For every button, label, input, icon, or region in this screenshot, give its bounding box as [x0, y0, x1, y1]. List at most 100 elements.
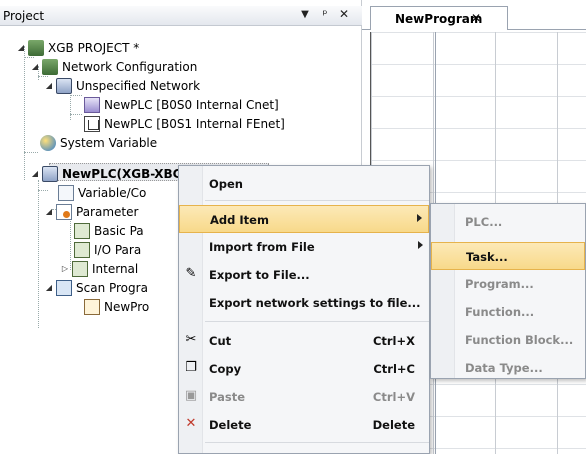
tree-item-io-parameter[interactable]: I/O Para: [74, 240, 141, 259]
menu-item-label: Copy: [209, 362, 242, 376]
pin-icon[interactable]: ᵖ: [318, 7, 332, 21]
tree-item-label: Internal: [92, 261, 139, 276]
paste-icon: ▣: [184, 388, 198, 403]
network-icon: [42, 58, 58, 75]
menu-item-label: Delete: [209, 418, 252, 432]
scissors-icon: ✂: [185, 332, 197, 347]
menu-item-label: Add Item: [210, 213, 269, 227]
network-icon: [28, 39, 44, 56]
menu-item-copy[interactable]: ❐ Copy Ctrl+C: [179, 355, 429, 383]
menu-item-shortcut: Ctrl+X: [372, 334, 415, 348]
tree-item-system-variable[interactable]: System Variable: [40, 133, 157, 152]
tree-item-label: XGB PROJECT *: [48, 40, 140, 55]
tree-item-label: Basic Pa: [94, 223, 144, 238]
io-param-icon: [74, 241, 90, 258]
menu-item-shortcut: Delete: [372, 418, 415, 432]
close-icon[interactable]: ✕: [471, 11, 481, 25]
menu-item-label: Function Block...: [465, 333, 574, 347]
menu-item-label: Function...: [465, 305, 535, 319]
collapse-icon[interactable]: ◢: [44, 81, 54, 90]
menu-item-add-item[interactable]: Add Item: [179, 205, 429, 233]
delete-icon: ✕: [185, 416, 197, 431]
submenu-item-task[interactable]: Task...: [431, 242, 585, 270]
export-icon: ✎: [185, 266, 197, 281]
menu-item-shortcut: Ctrl+C: [373, 362, 415, 376]
tree-item-fenet[interactable]: NewPLC [B0S1 Internal FEnet]: [84, 114, 285, 133]
tree-item-label: NewPLC [B0S0 Internal Cnet]: [104, 97, 279, 112]
tree-item-cnet[interactable]: NewPLC [B0S0 Internal Cnet]: [84, 95, 279, 114]
tree-item-newprogram[interactable]: NewPro: [84, 297, 149, 316]
fenet-icon: [84, 115, 100, 132]
menu-item-label: Import from File: [209, 240, 315, 254]
tree-item-scan-program[interactable]: ◢ Scan Progra: [44, 278, 148, 297]
menu-item-open[interactable]: Open: [179, 170, 429, 198]
variable-icon: [58, 184, 74, 201]
project-panel-header: Project ▼ ᵖ ✕: [0, 6, 362, 26]
tree-item-label: Unspecified Network: [76, 78, 201, 93]
submenu-item-function[interactable]: Function...: [431, 298, 585, 326]
menu-item-label: Export network settings to file...: [209, 296, 421, 310]
submenu-item-program[interactable]: Program...: [431, 270, 585, 298]
tree-item-network-configuration[interactable]: ◢ Network Configuration: [30, 57, 197, 76]
tree-item-label: Parameter: [76, 204, 139, 219]
internal-icon: [72, 260, 88, 277]
menu-item-paste[interactable]: ▣ Paste Ctrl+V: [179, 383, 429, 411]
tree-item-label: I/O Para: [94, 242, 142, 257]
system-variable-icon: [40, 134, 56, 151]
tree-item-parameter[interactable]: ◢ Parameter: [44, 202, 138, 221]
tree-item-label: Variable/Co: [78, 185, 147, 200]
menu-item-export-to-file[interactable]: ✎ Export to File...: [179, 261, 429, 289]
tree-item-label: NewPro: [104, 299, 150, 314]
menu-separator: [205, 442, 429, 443]
tree-item-xgb-project[interactable]: ◢ XGB PROJECT *: [16, 38, 139, 57]
close-icon[interactable]: ✕: [337, 7, 351, 21]
tree-item-unspecified-network[interactable]: ◢ Unspecified Network: [44, 76, 200, 95]
menu-separator: [205, 321, 429, 322]
tree-item-variable-comment[interactable]: Variable/Co: [58, 183, 146, 202]
submenu-item-plc[interactable]: PLC...: [431, 208, 585, 236]
context-menu: Open Add Item Import from File ✎ Export …: [178, 165, 430, 454]
tree-item-internal[interactable]: ▷ Internal: [60, 259, 138, 278]
copy-icon: ❐: [185, 360, 197, 375]
program-icon: [84, 298, 100, 315]
tree-item-basic-parameter[interactable]: Basic Pa: [74, 221, 144, 240]
menu-item-label: PLC...: [465, 215, 503, 229]
plc-icon: [56, 77, 72, 94]
submenu-arrow-icon: [418, 241, 423, 249]
project-panel-title: Project: [3, 9, 45, 23]
menu-item-label: Cut: [209, 334, 232, 348]
editor-tab-strip: NewProgram ✕: [362, 6, 586, 30]
tab-label: NewProgram: [395, 12, 483, 26]
expand-icon[interactable]: ▷: [60, 264, 70, 273]
add-item-submenu: PLC... Task... Program... Function... Fu…: [430, 203, 586, 379]
collapse-icon[interactable]: ◢: [16, 43, 26, 52]
tree-item-label: NewPLC [B0S1 Internal FEnet]: [104, 116, 285, 131]
menu-item-label: Data Type...: [465, 361, 543, 375]
panel-dropdown-icon[interactable]: ▼: [298, 9, 312, 20]
menu-item-label: Paste: [209, 390, 246, 404]
menu-separator: [205, 200, 429, 201]
tree-item-label: System Variable: [60, 135, 158, 150]
tree-item-label: Network Configuration: [62, 59, 198, 74]
collapse-icon[interactable]: ◢: [30, 169, 40, 178]
menu-item-label: Program...: [465, 277, 534, 291]
menu-item-export-network-settings[interactable]: Export network settings to file...: [179, 289, 429, 317]
submenu-item-function-block[interactable]: Function Block...: [431, 326, 585, 354]
menu-item-cut[interactable]: ✂ Cut Ctrl+X: [179, 327, 429, 355]
basic-param-icon: [74, 222, 90, 239]
cnet-icon: [84, 96, 100, 113]
collapse-icon[interactable]: ◢: [44, 283, 54, 292]
scan-program-icon: [56, 279, 72, 296]
menu-item-label: Export to File...: [209, 268, 310, 282]
plc-icon: [42, 165, 58, 182]
parameter-icon: [56, 203, 72, 220]
menu-item-delete[interactable]: ✕ Delete Delete: [179, 411, 429, 439]
menu-item-label: Task...: [466, 250, 508, 264]
menu-item-import-from-file[interactable]: Import from File: [179, 233, 429, 261]
tree-item-label: Scan Progra: [76, 280, 148, 295]
menu-item-label: Open: [209, 177, 243, 191]
collapse-icon[interactable]: ◢: [30, 62, 40, 71]
tab-newprogram[interactable]: NewProgram ✕: [370, 6, 508, 30]
collapse-icon[interactable]: ◢: [44, 207, 54, 216]
submenu-item-data-type[interactable]: Data Type...: [431, 354, 585, 382]
